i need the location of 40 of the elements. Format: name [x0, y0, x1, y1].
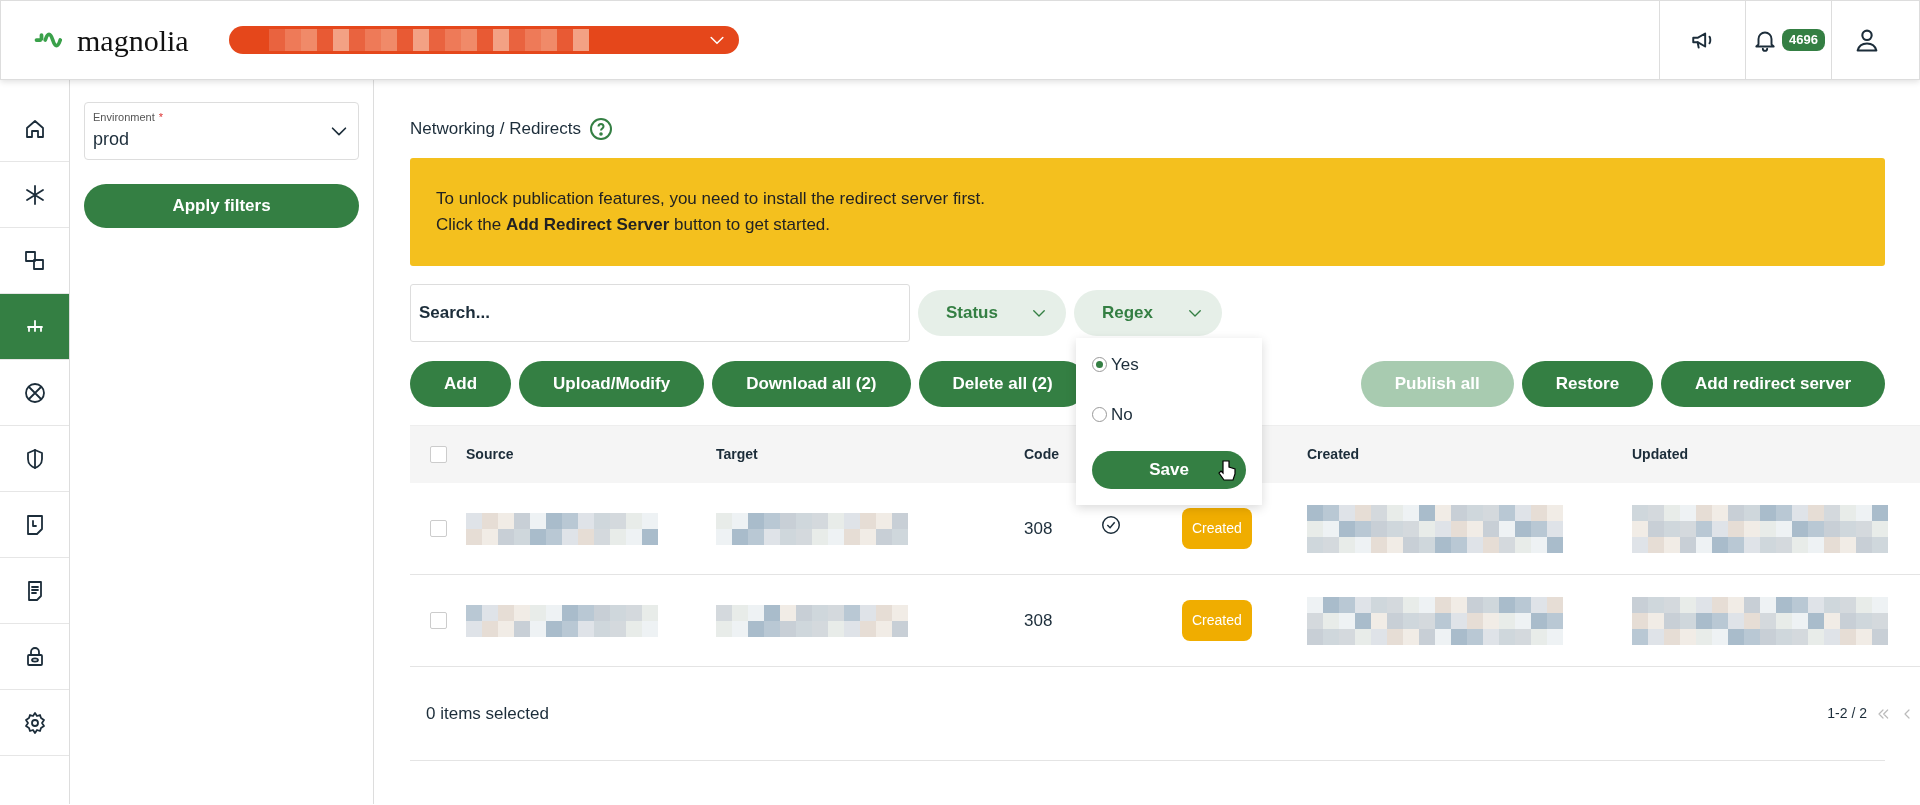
option-label[interactable]: No	[1111, 401, 1133, 427]
blocked-icon	[22, 380, 47, 405]
option-label[interactable]: Yes	[1111, 352, 1139, 378]
checkbox[interactable]	[429, 612, 447, 630]
settings-icon	[22, 710, 47, 735]
logo-text: magnolia	[77, 22, 189, 59]
environment-select[interactable]: Environment * prod	[84, 102, 359, 160]
field-label: Environment	[93, 111, 155, 124]
column-header: Target	[716, 445, 759, 465]
help-icon[interactable]	[589, 116, 613, 141]
column-header: Code	[1024, 445, 1060, 465]
alert-text: Click the Add Redirect Server button to get started.	[436, 213, 832, 236]
column-header: Updated	[1632, 445, 1689, 465]
selection-count: 0 items selected	[426, 702, 549, 725]
action-button: Publish all	[1360, 361, 1514, 408]
save-button[interactable]: Save	[1092, 451, 1246, 489]
breadcrumb: Networking / Redirects	[410, 118, 581, 140]
apply-filters-button[interactable]: Apply filters	[84, 184, 359, 228]
action-button[interactable]: Add	[410, 361, 512, 408]
required-asterisk: *	[158, 111, 164, 124]
filter-dropdown[interactable]: Regex	[1074, 290, 1222, 337]
notification-count: 4696	[1782, 29, 1825, 51]
action-button[interactable]: Upload/Modify	[519, 361, 705, 408]
action-button[interactable]: Download all (2)	[712, 361, 911, 408]
filter-dropdown[interactable]: Status	[918, 290, 1066, 337]
status-badge: Created	[1182, 508, 1252, 550]
checkbox[interactable]	[429, 446, 447, 464]
squares-icon	[22, 248, 47, 273]
column-header: Created	[1307, 445, 1361, 465]
hand-cursor-icon	[1218, 459, 1236, 483]
checkbox[interactable]	[429, 520, 447, 538]
action-button[interactable]: Add redirect server	[1661, 361, 1885, 408]
action-button[interactable]: Restore	[1521, 361, 1654, 408]
status-badge: Created	[1182, 600, 1252, 642]
alert-text: To unlock publication features, you need to install the redirect server first.	[436, 187, 986, 210]
pagination-text: 1-2 / 2	[1827, 704, 1867, 724]
search-field[interactable]: Search...	[410, 284, 910, 343]
column-header: Source	[466, 445, 515, 465]
table-cell-text: 308	[1024, 517, 1054, 540]
table-cell-text: 308	[1024, 609, 1054, 632]
